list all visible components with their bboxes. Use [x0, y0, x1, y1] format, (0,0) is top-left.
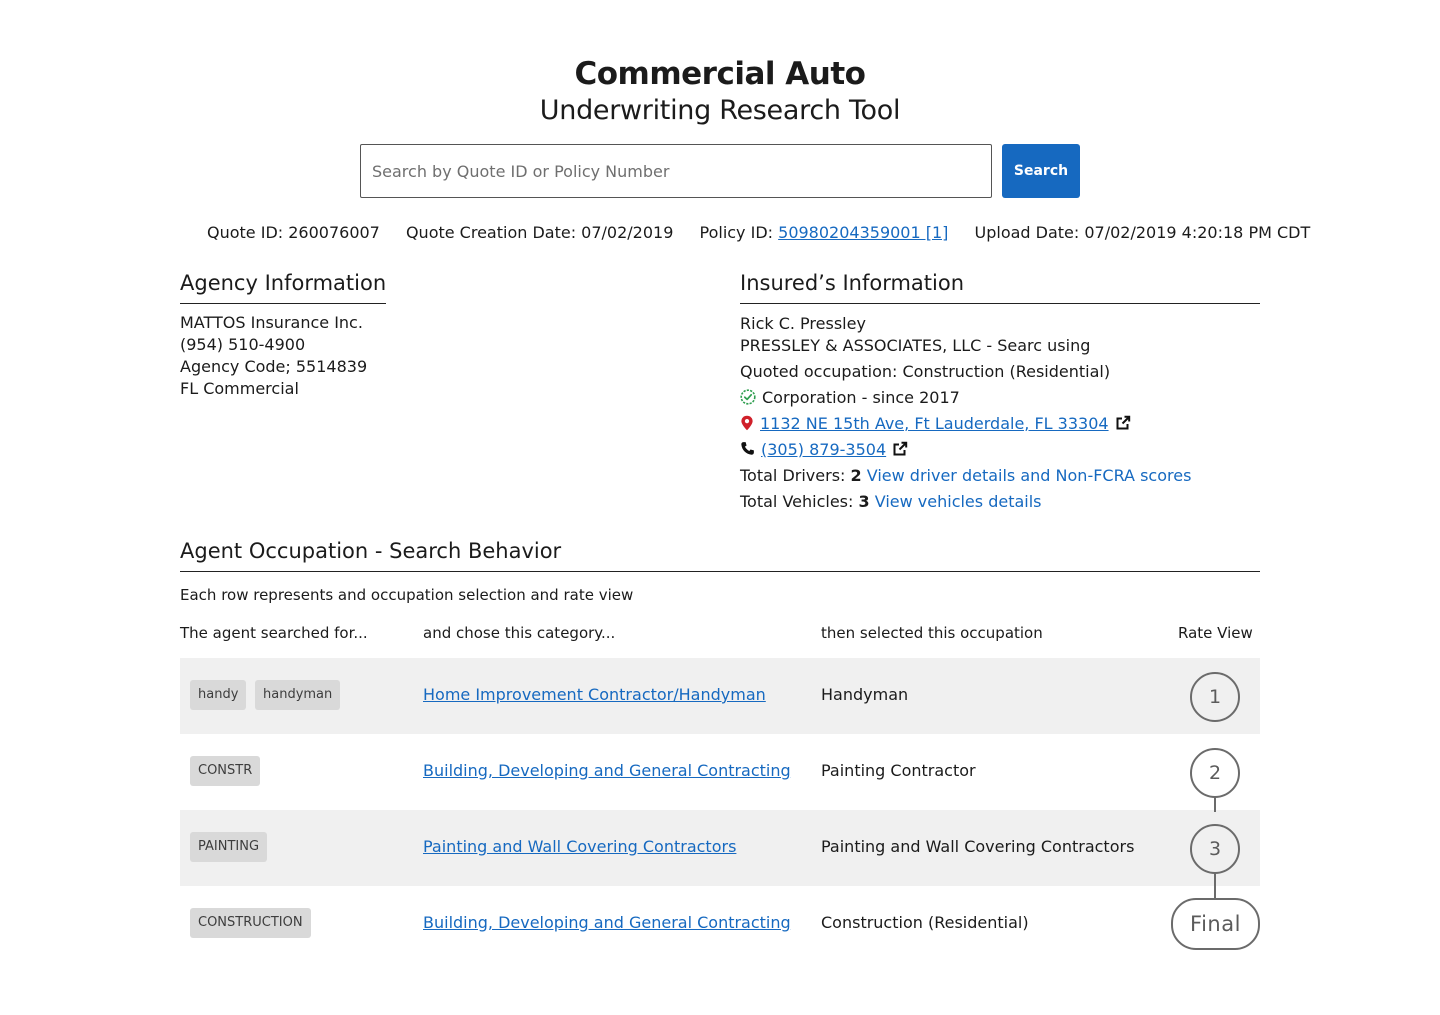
page-title: Commercial Auto [574, 56, 866, 92]
table-row: PAINTING Painting and Wall Covering Cont… [180, 810, 1260, 886]
rate-view-connector [1214, 796, 1216, 812]
external-link-icon[interactable] [1115, 415, 1131, 435]
agency-heading: Agency Information [180, 271, 387, 304]
search-term-tag: PAINTING [190, 832, 268, 862]
search-term-tag: handyman [255, 680, 341, 710]
total-vehicles-count: 3 [858, 492, 870, 511]
behavior-description: Each row represents and occupation selec… [180, 586, 634, 604]
quote-id: Quote ID: 260076007 [207, 223, 380, 242]
agency-details: MATTOS Insurance Inc. (954) 510-4900 Age… [180, 312, 367, 400]
rate-view-final[interactable]: Final [1171, 898, 1260, 950]
insured-address: 1132 NE 15th Ave, Ft Lauderdale, FL 3330… [740, 414, 1131, 435]
rate-view-step[interactable]: 3 [1190, 824, 1240, 874]
insured-entity: Corporation - since 2017 [740, 388, 960, 409]
agency-phone: (954) 510-4900 [180, 335, 306, 354]
quote-creation-date: Quote Creation Date: 07/02/2019 [405, 223, 674, 242]
total-vehicles-label: Total Vehicles: [740, 492, 854, 511]
phone-link[interactable]: (305) 879-3504 [761, 440, 886, 459]
insured-heading: Insured’s Information [740, 271, 1260, 304]
insured-name: Rick C. Pressley [740, 314, 866, 333]
insured-phone: (305) 879-3504 [740, 440, 908, 461]
total-drivers: Total Drivers: 2 View driver details and… [740, 466, 1191, 485]
insured-occupation: Quoted occupation: Construction (Residen… [740, 362, 1111, 381]
behavior-heading: Agent Occupation - Search Behavior [180, 539, 1260, 572]
category-link[interactable]: Home Improvement Contractor/Handyman [423, 685, 766, 704]
policy-id-label: Policy ID: [699, 223, 774, 242]
selected-occupation: Handyman [821, 685, 909, 704]
category-link[interactable]: Building, Developing and General Contrac… [423, 761, 791, 780]
selected-occupation: Construction (Residential) [821, 913, 1029, 932]
map-pin-icon [740, 415, 754, 435]
search-term-tag: handy [190, 680, 247, 710]
policy-id: Policy ID: 50980204359001 [1] [700, 223, 949, 242]
insured-entity-text: Corporation - since 2017 [762, 388, 960, 407]
table-row: CONSTRUCTION Building, Developing and Ge… [180, 886, 1260, 962]
column-header-rate-view: Rate View [1178, 624, 1253, 642]
column-header-searched: The agent searched for... [180, 624, 368, 642]
search-input[interactable] [360, 144, 992, 198]
category-link[interactable]: Building, Developing and General Contrac… [423, 913, 791, 932]
insured-company: PRESSLEY & ASSOCIATES, LLC - Searc using [740, 336, 1091, 355]
driver-details-link[interactable]: View driver details and Non-FCRA scores [867, 466, 1192, 485]
upload-date: Upload Date: 07/02/2019 4:20:18 PM CDT [974, 223, 1311, 242]
selected-occupation: Painting Contractor [821, 761, 976, 780]
table-row: CONSTR Building, Developing and General … [180, 734, 1260, 810]
agency-code: Agency Code; 5514839 [180, 357, 368, 376]
address-link[interactable]: 1132 NE 15th Ave, Ft Lauderdale, FL 3330… [760, 414, 1109, 433]
column-header-occupation: then selected this occupation [821, 624, 1043, 642]
agency-region: FL Commercial [180, 379, 299, 398]
total-drivers-count: 2 [850, 466, 862, 485]
column-header-category: and chose this category... [423, 624, 616, 642]
rate-view-step[interactable]: 2 [1190, 748, 1240, 798]
quote-meta-bar: Quote ID: 260076007 Quote Creation Date:… [207, 223, 1331, 242]
external-link-icon[interactable] [892, 441, 908, 461]
rate-view-connector [1214, 872, 1216, 900]
search-term-tag: CONSTRUCTION [190, 908, 311, 938]
page-subtitle: Underwriting Research Tool [539, 95, 901, 126]
agency-name: MATTOS Insurance Inc. [180, 313, 363, 332]
search-term-tag: CONSTR [190, 756, 261, 786]
selected-occupation: Painting and Wall Covering Contractors [821, 837, 1135, 856]
vehicle-details-link[interactable]: View vehicles details [875, 492, 1042, 511]
total-drivers-label: Total Drivers: [740, 466, 846, 485]
category-link[interactable]: Painting and Wall Covering Contractors [423, 837, 736, 856]
rate-view-step[interactable]: 1 [1190, 672, 1240, 722]
total-vehicles: Total Vehicles: 3 View vehicles details [740, 492, 1042, 511]
search-button[interactable]: Search [1002, 144, 1080, 198]
policy-id-link[interactable]: 50980204359001 [1] [778, 223, 948, 242]
phone-icon [740, 441, 755, 460]
verified-check-icon [740, 388, 756, 409]
table-row: handy handyman Home Improvement Contract… [180, 658, 1260, 734]
